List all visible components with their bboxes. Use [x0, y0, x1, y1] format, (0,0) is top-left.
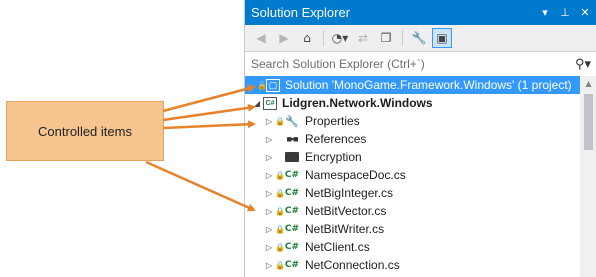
scroll-up-icon[interactable]: ▲ — [580, 79, 596, 88]
scrollbar-thumb[interactable] — [584, 94, 593, 150]
expand-icon[interactable]: ▷ — [263, 135, 275, 144]
expand-icon[interactable]: ▷ — [263, 117, 275, 126]
collapse-icon[interactable]: ◢ — [251, 99, 263, 108]
preview-icon[interactable]: ▣ — [432, 28, 452, 48]
pending-changes-icon[interactable]: ◔▾ — [330, 28, 350, 48]
search-input[interactable]: Search Solution Explorer (Ctrl+`) — [251, 57, 575, 71]
expand-icon[interactable]: ▷ — [263, 189, 275, 198]
lock-icon: 🔒 — [275, 206, 285, 216]
lock-icon: 🔒 — [275, 242, 285, 252]
tree-item-label: NetConnection.cs — [305, 258, 400, 272]
sync-icon[interactable]: ⇄ — [353, 28, 373, 48]
lock-icon: 🔒 — [275, 170, 285, 180]
arrow-to-properties — [162, 120, 256, 130]
tree-item-label: Lidgren.Network.Windows — [282, 96, 433, 110]
tree-item-references[interactable]: ▷ ■▪■ References — [245, 130, 580, 148]
tree-item-file[interactable]: ▷ 🔒 C# NetConnection.cs — [245, 256, 580, 274]
toolbar: ◀ ▶ ⌂ ◔▾ ⇄ ❐ 🔧 ▣ — [245, 25, 596, 52]
tree-item-label: Encryption — [305, 150, 362, 164]
tree-item-label: Properties — [305, 114, 360, 128]
csharp-file-icon: C# — [284, 224, 300, 234]
tree-item-properties[interactable]: ▷ 🔒 🔧 Properties — [245, 112, 580, 130]
forward-icon[interactable]: ▶ — [274, 28, 294, 48]
window-title: Solution Explorer — [251, 5, 350, 20]
lock-icon: 🔒 — [275, 116, 285, 126]
close-icon[interactable]: ✕ — [577, 5, 593, 21]
tree-item-label: NetBitVector.cs — [305, 204, 387, 218]
home-icon[interactable]: ⌂ — [297, 28, 317, 48]
solution-explorer-window: Solution Explorer ▾ ⊥ ✕ ◀ ▶ ⌂ ◔▾ ⇄ ❐ 🔧 ▣… — [244, 0, 596, 277]
tree-item-file[interactable]: ▷ 🔒 C# NamespaceDoc.cs — [245, 166, 580, 184]
pin-icon[interactable]: ⊥ — [557, 5, 573, 21]
tree-item-file[interactable]: ▷ 🔒 C# NetBigInteger.cs — [245, 184, 580, 202]
toolbar-separator — [323, 30, 324, 46]
lock-icon: 🔒 — [275, 260, 285, 270]
csharp-project-icon: C# — [263, 96, 277, 110]
tree-item-file[interactable]: ▷ 🔒 C# NetBitWriter.cs — [245, 220, 580, 238]
toolbar-separator — [402, 30, 403, 46]
solution-tree: 🔒 ▢ Solution 'MonoGame.Framework.Windows… — [245, 76, 580, 277]
tree-item-label: References — [305, 132, 367, 146]
tree-item-label: NetBitWriter.cs — [305, 222, 385, 236]
arrow-to-file — [145, 160, 256, 212]
tree-item-label: Solution 'MonoGame.Framework.Windows' (1… — [285, 78, 572, 92]
csharp-file-icon: C# — [284, 260, 300, 270]
tree-item-solution[interactable]: 🔒 ▢ Solution 'MonoGame.Framework.Windows… — [245, 76, 580, 94]
csharp-file-icon: C# — [284, 206, 300, 216]
expand-icon[interactable]: ▷ — [263, 171, 275, 180]
tree-item-label: NetBigInteger.cs — [305, 186, 394, 200]
folder-icon — [284, 150, 300, 164]
search-bar[interactable]: Search Solution Explorer (Ctrl+`) ⚲▾ — [245, 52, 596, 77]
expand-icon[interactable]: ▷ — [263, 243, 275, 252]
tree-item-file[interactable]: ▷ 🔒 C# NetClient.cs — [245, 238, 580, 256]
expand-icon[interactable]: ▷ — [263, 225, 275, 234]
tree-item-label: NamespaceDoc.cs — [305, 168, 406, 182]
expand-icon[interactable]: ▷ — [263, 153, 275, 162]
tree-item-label: NetClient.cs — [305, 240, 370, 254]
dropdown-icon[interactable]: ▾ — [537, 5, 553, 21]
title-bar: Solution Explorer ▾ ⊥ ✕ — [245, 0, 596, 25]
csharp-file-icon: C# — [284, 242, 300, 252]
controlled-items-callout: Controlled items — [6, 101, 164, 161]
tree-item-file[interactable]: ▷ 🔒 C# NetBitVector.cs — [245, 202, 580, 220]
solution-icon: ▢ — [266, 78, 280, 92]
lock-icon: 🔒 — [275, 224, 285, 234]
csharp-file-icon: C# — [284, 188, 300, 198]
search-icon[interactable]: ⚲▾ — [575, 56, 591, 72]
properties-icon[interactable]: 🔧 — [409, 28, 429, 48]
callout-label: Controlled items — [38, 123, 132, 139]
csharp-file-icon: C# — [284, 170, 300, 180]
lock-icon: 🔒 — [257, 80, 267, 90]
vertical-scrollbar[interactable]: ▲ — [580, 76, 596, 277]
arrow-to-project — [162, 103, 256, 122]
collapse-all-icon[interactable]: ❐ — [376, 28, 396, 48]
wrench-icon: 🔧 — [285, 115, 299, 128]
lock-icon: 🔒 — [275, 188, 285, 198]
references-icon: ■▪■ — [286, 134, 298, 144]
arrow-to-solution — [162, 84, 256, 113]
expand-icon[interactable]: ▷ — [263, 207, 275, 216]
expand-icon[interactable]: ▷ — [263, 261, 275, 270]
tree-item-project[interactable]: ◢ C# Lidgren.Network.Windows — [245, 94, 580, 112]
back-icon[interactable]: ◀ — [251, 28, 271, 48]
tree-item-encryption[interactable]: ▷ Encryption — [245, 148, 580, 166]
